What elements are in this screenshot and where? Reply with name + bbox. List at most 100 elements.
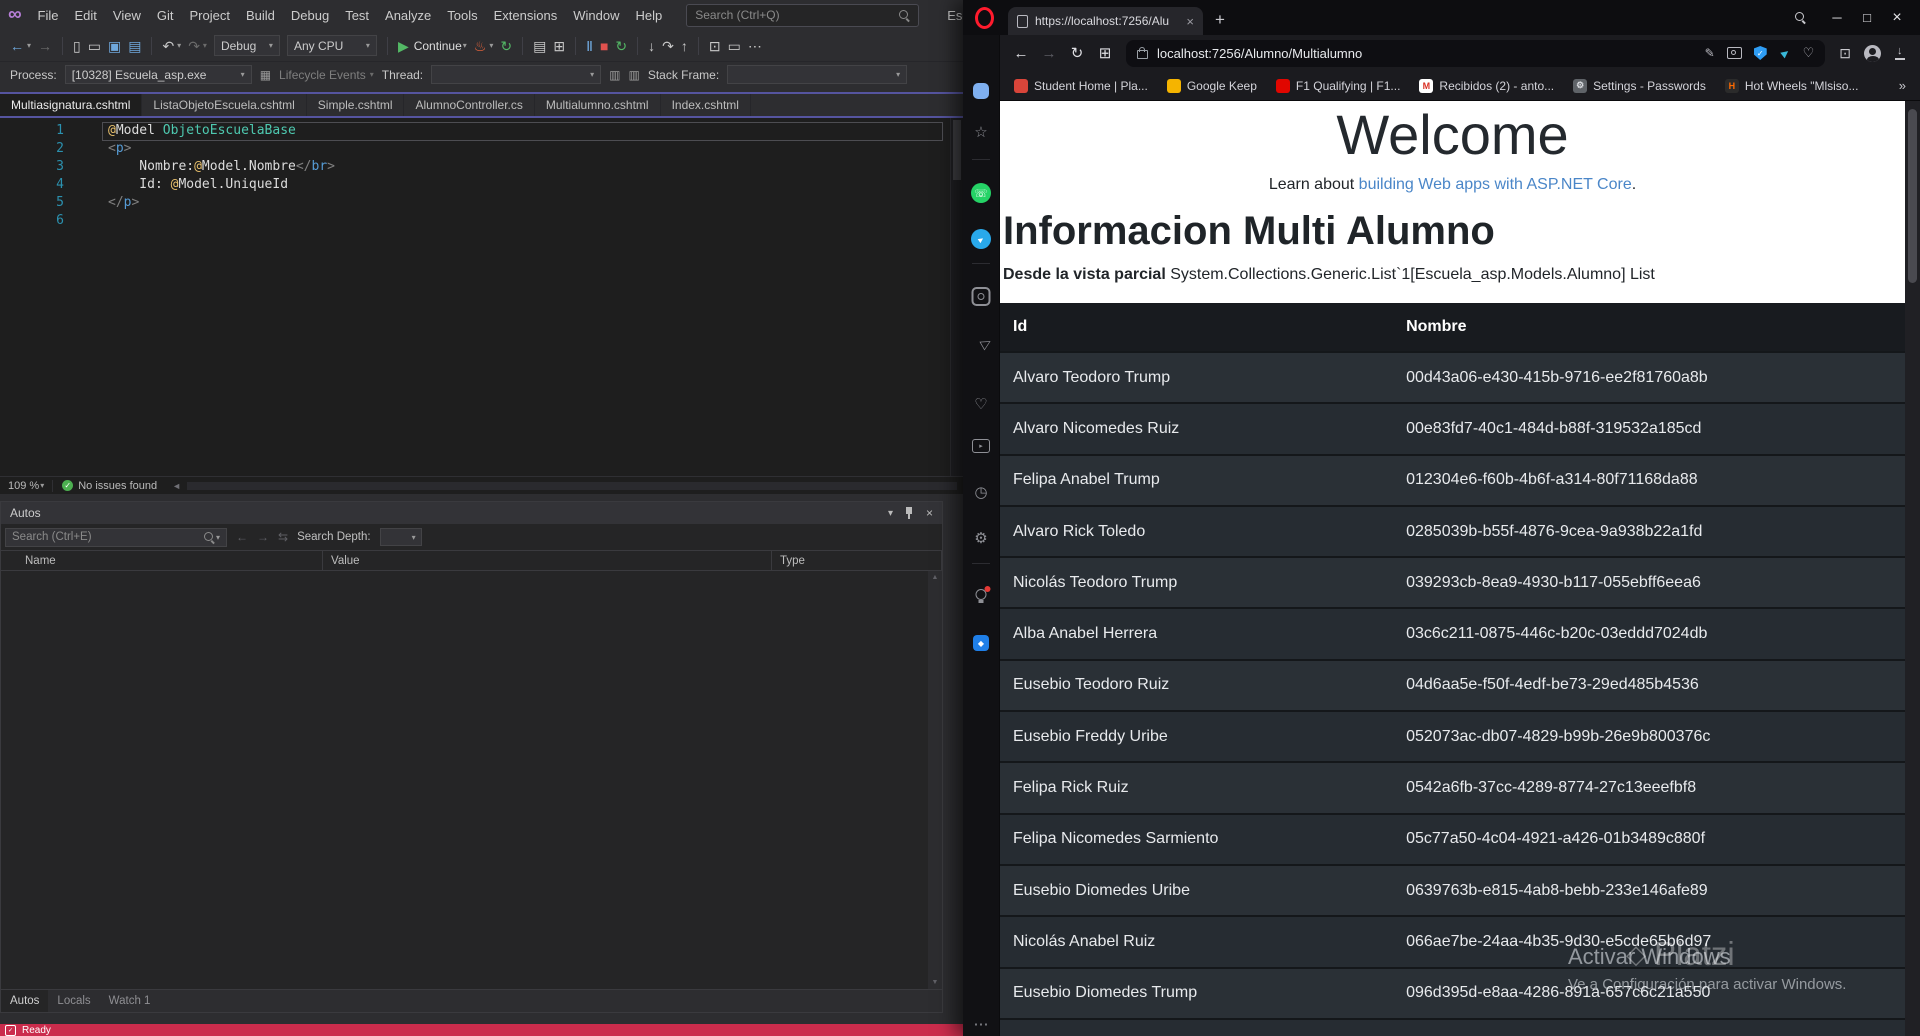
scroll-left-arrow-icon[interactable]: ◄ (172, 481, 181, 491)
menu-edit[interactable]: Edit (67, 5, 105, 26)
menu-build[interactable]: Build (238, 5, 283, 26)
thread-dropdown[interactable]: ▾ (431, 65, 602, 84)
menu-help[interactable]: Help (627, 5, 670, 26)
process-monitor-icon[interactable]: ▦ (260, 68, 271, 82)
scroll-down-arrow-icon[interactable]: ▼ (932, 979, 939, 986)
open-file-icon[interactable]: ▭ (88, 39, 101, 53)
menu-test[interactable]: Test (337, 5, 377, 26)
window-position-caret-icon[interactable]: ▾ (888, 508, 893, 519)
bookmark-item[interactable]: Google Keep (1166, 78, 1257, 93)
frames-view-icon[interactable]: ▥ (628, 68, 639, 82)
search-depth-dropdown[interactable]: ▾ (379, 528, 422, 546)
maximize-button[interactable]: □ (1852, 0, 1882, 35)
adblock-shield-icon[interactable]: ✓ (1753, 46, 1767, 60)
browser-tab[interactable]: https://localhost:7256/Alu × (1008, 7, 1203, 35)
column-header-name[interactable]: Name (1, 551, 323, 570)
more-toolbar-icon[interactable]: ⋯ (748, 39, 762, 53)
profile-avatar[interactable] (1864, 44, 1881, 62)
break-all-icon[interactable]: Ⅱ (586, 39, 593, 53)
settings-gear-icon[interactable]: ⚙ (974, 529, 987, 547)
aspnet-core-link[interactable]: building Web apps with ASP.NET Core (1359, 176, 1632, 193)
snapshot-camera-icon[interactable] (1726, 47, 1742, 59)
menu-file[interactable]: File (30, 5, 67, 26)
editor-zoom-control[interactable]: 109 % ▾ (0, 480, 52, 492)
refresh-icon[interactable]: ↻ (1064, 44, 1090, 62)
dropdown-caret-icon[interactable]: ▾ (27, 41, 31, 50)
navigate-backward-icon[interactable]: ← (10, 39, 24, 53)
menu-window[interactable]: Window (565, 5, 627, 26)
autos-vertical-scrollbar[interactable]: ▲ ▼ (928, 571, 942, 989)
pinned-app-icon[interactable]: ◆ (973, 635, 989, 651)
undo-icon[interactable]: ↶ (162, 39, 174, 53)
instagram-icon[interactable] (971, 287, 991, 306)
bookmark-item[interactable]: ⚙ Settings - Passwords (1573, 78, 1706, 93)
whatsapp-icon[interactable]: ☏ (971, 183, 991, 203)
column-header-type[interactable]: Type (772, 551, 942, 570)
navigate-forward-icon[interactable]: → (38, 39, 52, 53)
vs-search-box[interactable]: Search (Ctrl+Q) (686, 3, 920, 27)
solution-platform-dropdown[interactable]: Any CPU ▾ (286, 35, 377, 56)
menu-extensions[interactable]: Extensions (486, 5, 566, 26)
search-icon[interactable] (1795, 12, 1806, 23)
menu-project[interactable]: Project (181, 5, 237, 26)
autos-content-area[interactable]: ▲ ▼ (1, 571, 942, 989)
menu-git[interactable]: Git (149, 5, 182, 26)
menu-debug[interactable]: Debug (283, 5, 337, 26)
editor-horizontal-scrollbar[interactable]: ◄ (166, 481, 963, 491)
lifecycle-events-button[interactable]: Lifecycle Events (279, 68, 366, 82)
doc-tab[interactable]: Simple.cshtml (306, 94, 405, 116)
menu-view[interactable]: View (105, 5, 149, 26)
process-dropdown[interactable]: [10328] Escuela_asp.exe ▾ (64, 65, 252, 84)
redo-icon[interactable]: ↷ (188, 39, 200, 53)
editor-vertical-scrollbar[interactable] (950, 118, 963, 476)
doc-tab[interactable]: Multialumno.cshtml (534, 94, 661, 116)
all-windows-icon[interactable]: ⊞ (553, 39, 565, 53)
doc-tab[interactable]: Multiasignatura.cshtml (0, 94, 143, 116)
vs-code-editor[interactable]: 1 @Model ObjetoEscuelaBase 2 <p> 3 Nombre:@M… (0, 118, 963, 476)
back-icon[interactable]: ← (1008, 45, 1034, 62)
tab-close-icon[interactable]: × (1186, 14, 1194, 29)
document-health-indicator[interactable]: ✓ No issues found (52, 479, 166, 492)
bookmarks-overflow-chevron[interactable]: » (1899, 78, 1906, 93)
restart-debugging-icon[interactable]: ↻ (615, 39, 627, 53)
editor-window-icon[interactable]: ▭ (728, 39, 741, 53)
dropdown-caret-icon[interactable]: ▾ (177, 41, 181, 50)
forward-icon[interactable]: → (1036, 45, 1062, 62)
step-into-icon[interactable]: ↓ (648, 39, 655, 53)
continue-button[interactable]: ▶ Continue ▾ (398, 39, 467, 53)
bookmark-heart-icon[interactable]: ♡ (1803, 45, 1815, 61)
search-next-icon[interactable]: → (257, 530, 269, 544)
player-icon[interactable]: ▸ (972, 439, 990, 453)
step-over-icon[interactable]: ↷ (662, 39, 674, 53)
find-in-files-icon[interactable]: ⊡ (709, 39, 721, 53)
close-icon[interactable]: × (926, 506, 933, 520)
pin-icon[interactable] (905, 506, 914, 520)
doc-tab[interactable]: ListaObjetoEscuela.cshtml (142, 94, 307, 116)
dropdown-caret-icon[interactable]: ▾ (489, 41, 493, 50)
autos-search-input[interactable]: Search (Ctrl+E) ▾ (5, 527, 227, 547)
bookmark-item[interactable]: Student Home | Pla... (1014, 78, 1148, 93)
search-toggle-icon[interactable]: ⇆ (278, 530, 288, 544)
solution-configuration-dropdown[interactable]: Debug ▾ (213, 35, 280, 56)
telegram-icon[interactable]: ► (971, 229, 991, 249)
send-arrow-icon[interactable]: ▷ (978, 334, 995, 353)
scrollbar-thumb[interactable] (1908, 109, 1917, 283)
threads-view-icon[interactable]: ▥ (609, 68, 620, 82)
new-file-icon[interactable]: ▯ (73, 39, 81, 53)
tool-window-tab[interactable]: Watch 1 (100, 990, 160, 1012)
scroll-up-arrow-icon[interactable]: ▲ (932, 574, 939, 581)
workspace-icon[interactable] (973, 83, 989, 99)
search-previous-icon[interactable]: ← (236, 530, 248, 544)
close-button[interactable]: × (1882, 0, 1912, 35)
page-scrollbar[interactable] (1905, 101, 1920, 1036)
my-flow-plane-icon[interactable]: ► (1776, 44, 1794, 62)
new-tab-button[interactable]: + (1215, 10, 1225, 30)
dropdown-caret-icon[interactable]: ▾ (203, 41, 207, 50)
bookmark-item[interactable]: F1 Qualifying | F1... (1275, 78, 1400, 93)
minimize-button[interactable]: ─ (1822, 0, 1852, 35)
menu-analyze[interactable]: Analyze (377, 5, 439, 26)
history-clock-icon[interactable]: ◷ (974, 483, 987, 501)
column-header-value[interactable]: Value (323, 551, 772, 570)
hot-reload-icon[interactable]: ♨ (474, 39, 487, 53)
bookmark-item[interactable]: M Recibidos (2) - anto... (1419, 78, 1554, 93)
